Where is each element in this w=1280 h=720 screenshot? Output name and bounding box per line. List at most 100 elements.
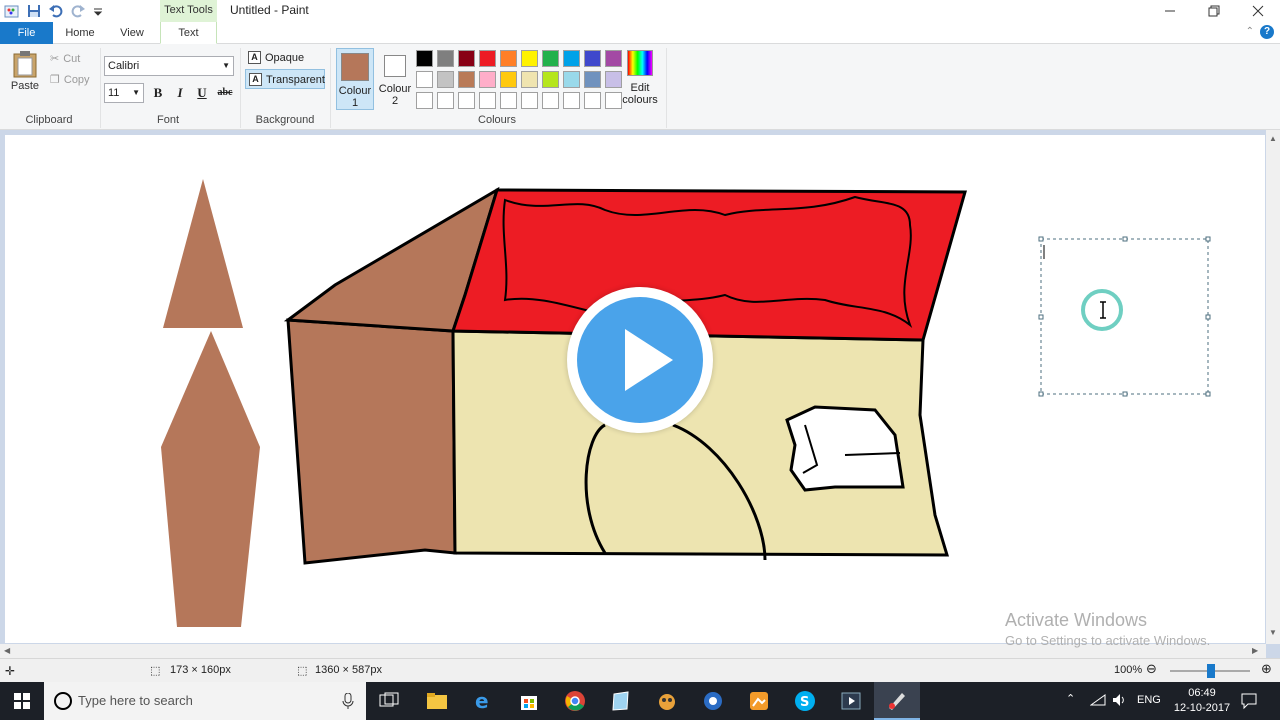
palette-swatch[interactable] <box>437 92 454 109</box>
customize-qat-icon[interactable] <box>92 3 108 19</box>
task-view-icon[interactable] <box>378 690 400 712</box>
palette-swatch[interactable] <box>437 71 454 88</box>
watermark-title: Activate Windows <box>1005 610 1148 630</box>
minimize-ribbon-icon[interactable]: ⌃ <box>1246 26 1254 37</box>
palette-swatch[interactable] <box>479 50 496 67</box>
app-icon[interactable] <box>656 690 678 712</box>
taskbar-search-box[interactable]: Type here to search <box>44 682 366 720</box>
start-button[interactable] <box>0 682 44 720</box>
settings-icon[interactable] <box>702 690 724 712</box>
colour2-button[interactable]: Colour 2 <box>376 48 414 110</box>
palette-swatch[interactable] <box>563 71 580 88</box>
video-play-button[interactable] <box>567 287 713 433</box>
microphone-icon[interactable] <box>342 693 354 709</box>
palette-swatch[interactable] <box>542 71 559 88</box>
notepad-icon[interactable] <box>610 690 632 712</box>
text-box-selection[interactable] <box>1040 238 1209 395</box>
font-size-select[interactable]: 11 ▼ <box>104 83 144 103</box>
palette-swatch[interactable] <box>542 50 559 67</box>
restore-button[interactable] <box>1192 0 1236 22</box>
redo-icon[interactable] <box>70 3 86 19</box>
opaque-option[interactable]: A Opaque <box>245 48 325 68</box>
separator <box>240 48 241 128</box>
palette-swatch[interactable] <box>542 92 559 109</box>
input-language[interactable]: ENG <box>1137 694 1161 720</box>
palette-swatch[interactable] <box>458 50 475 67</box>
paint-taskbar-button[interactable] <box>874 682 920 720</box>
media-app-icon[interactable] <box>840 690 862 712</box>
strikethrough-button[interactable]: abc <box>214 84 236 102</box>
volume-icon[interactable] <box>1112 693 1128 720</box>
palette-swatch[interactable] <box>416 71 433 88</box>
close-button[interactable] <box>1236 0 1280 22</box>
cut-button[interactable]: ✂ Cut <box>50 52 80 66</box>
scroll-right-icon[interactable]: ▶ <box>1252 646 1258 655</box>
separator <box>100 48 101 128</box>
help-icon[interactable]: ? <box>1260 25 1274 39</box>
file-explorer-icon[interactable] <box>426 690 448 712</box>
paint-app-icon[interactable] <box>4 3 20 19</box>
copy-button[interactable]: ❐ Copy <box>50 73 90 87</box>
tab-home[interactable]: Home <box>56 22 104 44</box>
palette-swatch[interactable] <box>500 71 517 88</box>
palette-swatch[interactable] <box>458 92 475 109</box>
skype-icon[interactable]: S <box>794 690 816 712</box>
edit-colours-button[interactable]: Edit colours <box>620 50 660 106</box>
paste-button[interactable]: Paste <box>8 50 42 92</box>
store-icon[interactable] <box>518 690 540 712</box>
selection-handles[interactable] <box>1038 236 1211 397</box>
palette-swatch[interactable] <box>584 92 601 109</box>
palette-swatch[interactable] <box>500 50 517 67</box>
colour1-number: 1 <box>351 97 359 109</box>
image-app-icon[interactable] <box>748 690 770 712</box>
minimize-button[interactable] <box>1148 0 1192 22</box>
palette-swatch[interactable] <box>521 50 538 67</box>
chrome-icon[interactable] <box>564 690 586 712</box>
palette-swatch[interactable] <box>479 92 496 109</box>
vertical-scrollbar[interactable]: ▲ ▼ <box>1266 130 1280 644</box>
scroll-up-icon[interactable]: ▲ <box>1269 134 1277 143</box>
paste-label: Paste <box>10 80 40 92</box>
taskbar-clock[interactable]: 06:49 12-10-2017 <box>1172 686 1232 720</box>
undo-icon[interactable] <box>48 3 64 19</box>
palette-swatch[interactable] <box>479 71 496 88</box>
windows-logo-icon <box>14 693 30 709</box>
colour-palette <box>416 50 622 109</box>
edge-browser-icon[interactable]: e <box>472 689 494 713</box>
palette-swatch[interactable] <box>458 71 475 88</box>
action-center-icon[interactable] <box>1240 692 1258 720</box>
underline-button[interactable]: U <box>192 84 212 102</box>
palette-swatch[interactable] <box>584 71 601 88</box>
status-bar: ✛ ⬚ 173 × 160px ⬚ 1360 × 587px 100% ⊖ ⊕ <box>0 658 1280 682</box>
palette-swatch[interactable] <box>563 50 580 67</box>
window-title: Untitled - Paint <box>230 3 309 17</box>
colour1-button[interactable]: Colour 1 <box>336 48 374 110</box>
zoom-slider-thumb[interactable] <box>1207 664 1215 678</box>
palette-swatch[interactable] <box>437 50 454 67</box>
palette-swatch[interactable] <box>521 71 538 88</box>
transparent-option[interactable]: A Transparent <box>245 69 325 89</box>
show-hidden-icons[interactable]: ⌃ <box>1066 692 1075 720</box>
palette-swatch[interactable] <box>500 92 517 109</box>
image-size-icon: ⬚ <box>297 665 308 677</box>
network-icon[interactable] <box>1089 693 1106 720</box>
zoom-out-button[interactable]: ⊖ <box>1146 661 1157 677</box>
edit-colours-label-2: colours <box>622 94 658 106</box>
palette-swatch[interactable] <box>584 50 601 67</box>
zoom-level: 100% <box>1114 664 1143 676</box>
tab-file[interactable]: File <box>0 22 53 44</box>
zoom-in-button[interactable]: ⊕ <box>1261 661 1272 677</box>
clock-date: 12-10-2017 <box>1173 702 1231 714</box>
palette-swatch[interactable] <box>521 92 538 109</box>
font-family-select[interactable]: Calibri ▼ <box>104 56 234 76</box>
palette-swatch[interactable] <box>563 92 580 109</box>
palette-swatch[interactable] <box>416 50 433 67</box>
tab-view[interactable]: View <box>108 22 156 44</box>
save-icon[interactable] <box>26 3 42 19</box>
italic-button[interactable]: I <box>170 84 190 102</box>
scroll-left-icon[interactable]: ◀ <box>4 646 10 655</box>
tab-text[interactable]: Text <box>160 22 217 44</box>
scroll-down-icon[interactable]: ▼ <box>1269 628 1277 637</box>
palette-swatch[interactable] <box>416 92 433 109</box>
bold-button[interactable]: B <box>148 84 168 102</box>
